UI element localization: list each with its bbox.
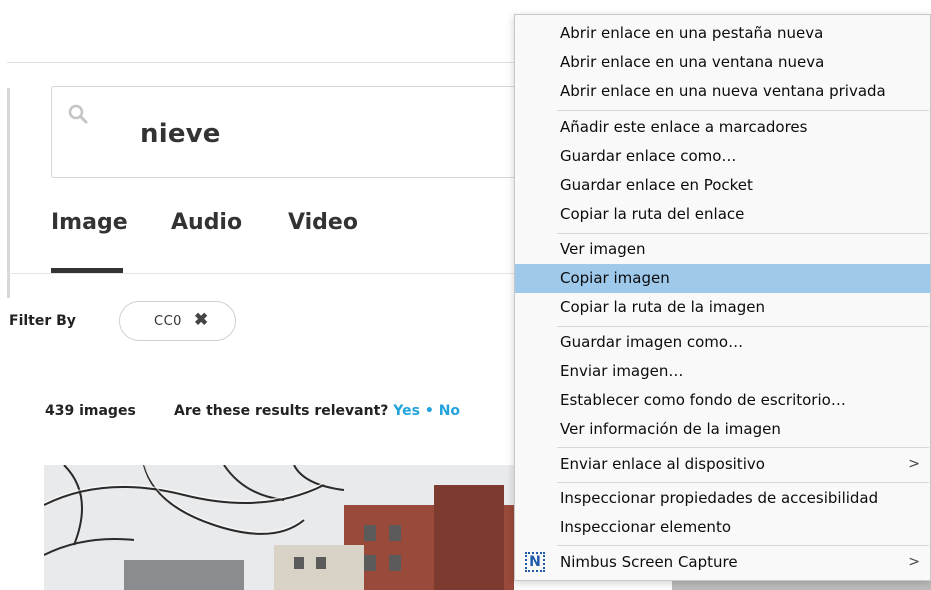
menu-item-label: Añadir este enlace a marcadores [560,118,808,136]
relevance-prompt: Are these results relevant? Yes • No [174,403,460,419]
menu-item-save-link-pocket[interactable]: Guardar enlace en Pocket [515,171,930,200]
relevance-yes-link[interactable]: Yes [393,403,420,419]
menu-item-save-link-as[interactable]: Guardar enlace como… [515,142,930,171]
menu-item-open-new-tab[interactable]: Abrir enlace en una pestaña nueva [515,19,930,48]
menu-item-view-image[interactable]: Ver imagen [515,235,930,264]
menu-separator [557,233,929,234]
search-input[interactable]: nieve [140,119,221,149]
nimbus-icon: N [525,552,545,572]
filter-label: Filter By [9,313,76,329]
menu-item-send-image[interactable]: Enviar imagen… [515,357,930,386]
chevron-right-icon: > [908,554,920,570]
menu-item-label: Guardar enlace como… [560,147,737,165]
filter-chip-label: CC0 [154,314,182,329]
menu-item-nimbus-screen-capture[interactable]: N Nimbus Screen Capture > [515,548,930,577]
menu-separator [557,545,929,546]
tab-audio[interactable]: Audio [171,210,242,235]
menu-item-label: Ver imagen [560,240,646,258]
header-divider [7,62,527,63]
filter-chip-cc0[interactable]: CC0 ✖ [119,301,236,341]
snowy-street-image [44,465,514,590]
menu-item-label: Copiar la ruta del enlace [560,205,745,223]
menu-item-copy-image-path[interactable]: Copiar la ruta de la imagen [515,293,930,322]
menu-separator [557,447,929,448]
result-count: 439 images [45,403,136,419]
menu-item-label: Establecer como fondo de escritorio… [560,391,846,409]
menu-item-label: Abrir enlace en una pestaña nueva [560,24,824,42]
close-icon[interactable]: ✖ [194,310,208,330]
menu-item-label: Ver información de la imagen [560,420,781,438]
menu-item-label: Abrir enlace en una nueva ventana privad… [560,82,886,100]
menu-separator [557,326,929,327]
relevance-question: Are these results relevant? [174,403,389,419]
menu-item-label: Guardar imagen como… [560,333,744,351]
menu-item-label: Enviar enlace al dispositivo [560,455,765,473]
menu-separator [557,482,929,483]
menu-item-label: Copiar imagen [560,269,670,287]
menu-item-inspect-element[interactable]: Inspeccionar elemento [515,513,930,542]
menu-item-open-private-window[interactable]: Abrir enlace en una nueva ventana privad… [515,77,930,106]
menu-item-copy-image[interactable]: Copiar imagen [515,264,930,293]
tab-image[interactable]: Image [51,210,128,235]
menu-item-save-image-as[interactable]: Guardar imagen como… [515,328,930,357]
menu-item-inspect-accessibility[interactable]: Inspeccionar propiedades de accesibilida… [515,484,930,513]
menu-item-send-link-to-device[interactable]: Enviar enlace al dispositivo > [515,450,930,479]
search-box[interactable]: nieve [51,86,551,178]
relevance-separator: • [424,403,434,419]
menu-item-set-desktop-background[interactable]: Establecer como fondo de escritorio… [515,386,930,415]
menu-item-label: Inspeccionar elemento [560,518,731,536]
menu-item-label: Copiar la ruta de la imagen [560,298,765,316]
search-icon [68,104,88,124]
menu-item-open-new-window[interactable]: Abrir enlace en una ventana nueva [515,48,930,77]
menu-item-label: Nimbus Screen Capture [560,553,738,571]
search-results-page: nieve Image Audio Video Filter By CC0 ✖ … [0,0,931,590]
tab-video[interactable]: Video [288,210,358,235]
menu-item-view-image-info[interactable]: Ver información de la imagen [515,415,930,444]
menu-separator [557,110,929,111]
menu-item-label: Enviar imagen… [560,362,684,380]
chevron-right-icon: > [908,456,920,472]
menu-item-label: Guardar enlace en Pocket [560,176,753,194]
context-menu: Abrir enlace en una pestaña nueva Abrir … [514,14,931,581]
menu-item-label: Abrir enlace en una ventana nueva [560,53,825,71]
menu-item-bookmark-link[interactable]: Añadir este enlace a marcadores [515,113,930,142]
menu-item-copy-link[interactable]: Copiar la ruta del enlace [515,200,930,229]
relevance-no-link[interactable]: No [439,403,460,419]
tabs-divider [7,273,567,274]
menu-item-label: Inspeccionar propiedades de accesibilida… [560,489,879,507]
left-edge-bar [7,88,10,298]
result-image-thumbnail[interactable] [44,465,514,590]
